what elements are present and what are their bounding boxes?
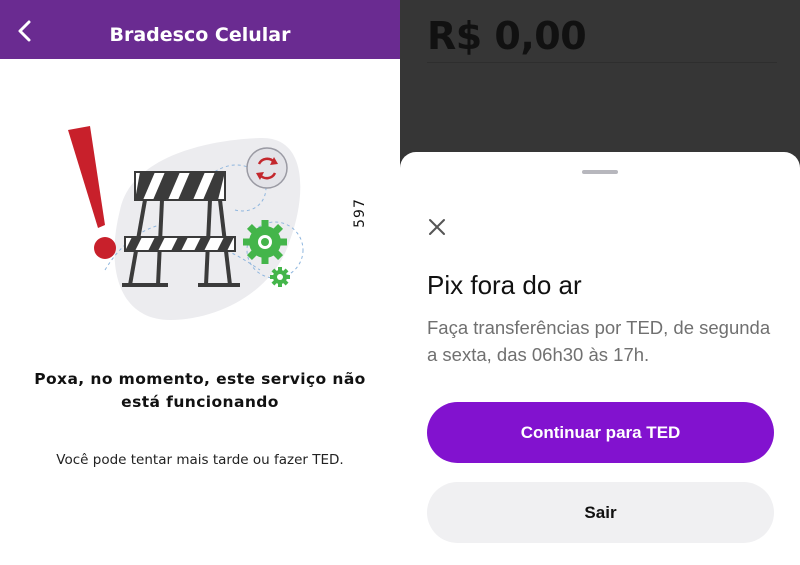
app-header: Bradesco Celular [0, 0, 400, 59]
side-code-label: 597 [352, 198, 368, 228]
close-button[interactable] [426, 216, 448, 238]
back-button[interactable] [10, 16, 40, 46]
error-subtitle: Você pode tentar mais tarde ou fazer TED… [56, 452, 344, 468]
header-title: Bradesco Celular [109, 24, 291, 46]
divider [427, 62, 777, 63]
sheet-title: Pix fora do ar [427, 270, 582, 300]
drag-handle[interactable] [582, 170, 618, 174]
chevron-left-icon [18, 20, 31, 42]
maintenance-barrier-illustration [60, 120, 310, 330]
bradesco-error-screen: Bradesco Celular 597 Poxa, no momento, e… [0, 0, 400, 565]
error-title-line1: Poxa, no momento, este serviço não [34, 370, 366, 388]
exit-button[interactable]: Sair [427, 482, 774, 543]
sheet-description: Faça transferências por TED, de segunda … [427, 317, 771, 365]
balance-value: R$ 0,00 [427, 14, 587, 58]
error-title-line2: está funcionando [121, 393, 279, 411]
close-icon [429, 219, 445, 235]
bottom-sheet: Pix fora do ar Faça transferências por T… [400, 152, 800, 565]
continue-ted-button[interactable]: Continuar para TED [427, 402, 774, 463]
pix-unavailable-screen: R$ 0,00 Pix fora do ar Faça transferênci… [400, 0, 800, 565]
error-title: Poxa, no momento, este serviço não está … [0, 368, 400, 414]
